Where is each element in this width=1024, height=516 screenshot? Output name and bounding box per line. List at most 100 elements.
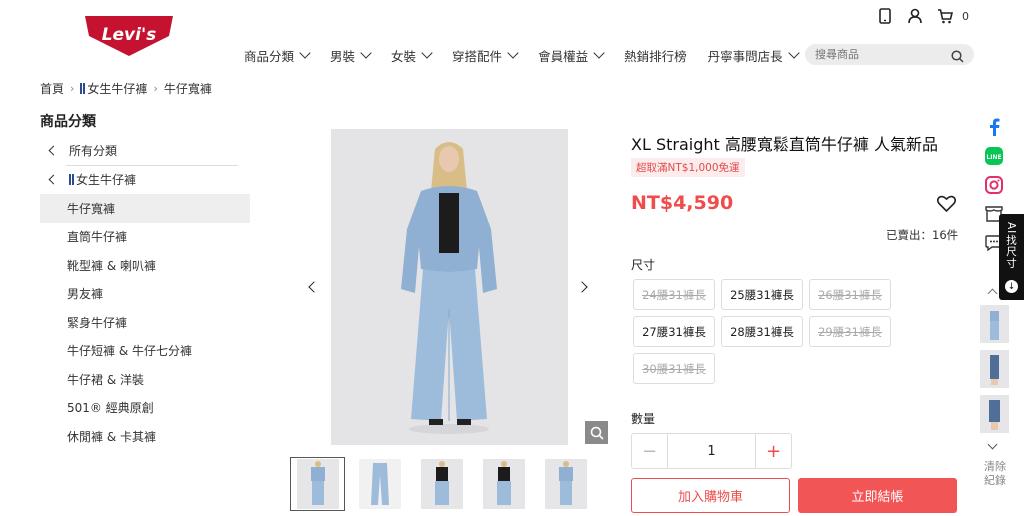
thumbnail[interactable] — [476, 457, 531, 511]
nav-item-membership[interactable]: 會員權益 — [538, 46, 605, 64]
chevron-right-icon: › — [153, 82, 158, 95]
sidebar-item-501[interactable]: 501® 經典原創 — [40, 394, 250, 423]
size-option[interactable]: 25腰31褲長 — [721, 279, 803, 310]
clear-history-button[interactable]: 清除紀錄 — [984, 460, 1006, 488]
quantity-increment-button[interactable]: + — [755, 434, 791, 468]
sidebar-item-straight[interactable]: 直筒牛仔褲 — [40, 223, 250, 252]
ai-size-finder-label: AI找尺寸 — [1005, 222, 1017, 269]
recent-scroll-up-icon[interactable] — [987, 288, 998, 299]
quantity-stepper: − 1 + — [631, 433, 792, 469]
nav-item-ask-manager[interactable]: 丹寧事問店長 — [707, 46, 800, 64]
chevron-down-icon — [421, 46, 433, 59]
sidebar-item-skirts-dresses[interactable]: 牛仔裙 & 洋裝 — [40, 365, 250, 394]
search-input[interactable] — [815, 48, 945, 61]
quantity-label: 數量 — [631, 412, 656, 426]
category-sidebar: 所有分類 女生牛仔褲 牛仔寬褲 直筒牛仔褲 靴型褲 & 喇叭褲 男友褲 緊身牛仔… — [40, 136, 250, 451]
user-icon[interactable] — [906, 7, 924, 25]
thumbnail-image — [296, 459, 339, 509]
breadcrumb-parent-label: 女生牛仔褲 — [87, 82, 148, 96]
promo-badge: 超取滿NT$1,000免運 — [631, 158, 745, 177]
nav-item-categories[interactable]: 商品分類 — [244, 46, 311, 64]
sidebar-back-all[interactable]: 所有分類 — [40, 136, 250, 165]
size-label: 尺寸 — [631, 258, 656, 272]
chevron-right-icon: › — [70, 82, 75, 95]
size-option[interactable]: 26腰31褲長 — [809, 279, 891, 310]
breadcrumb-home[interactable]: 首頁 — [40, 80, 64, 97]
buy-now-button[interactable]: 立即結帳 — [798, 478, 957, 513]
sidebar-back-parent[interactable]: 女生牛仔褲 — [40, 166, 250, 195]
quantity-value[interactable]: 1 — [668, 434, 755, 468]
size-options: 24腰31褲長 25腰31褲長 26腰31褲長 27腰31褲長 28腰31褲長 … — [633, 279, 901, 384]
thumbnail-image — [544, 459, 587, 509]
recent-thumbnail[interactable] — [980, 305, 1009, 343]
thumbnail-strip — [290, 457, 593, 511]
nav-item-bestsellers[interactable]: 熱銷排行榜 — [624, 46, 687, 64]
sidebar-back-parent-label: 女生牛仔褲 — [76, 173, 137, 188]
chevron-down-icon — [593, 46, 605, 59]
product-main-image[interactable] — [331, 129, 568, 445]
recent-thumbnail[interactable] — [980, 350, 1009, 388]
chevron-left-icon — [48, 145, 59, 156]
gallery-prev-arrow[interactable] — [308, 281, 320, 293]
magnifier-icon — [590, 426, 604, 440]
nav-label: 會員權益 — [538, 48, 589, 64]
size-option[interactable]: 27腰31褲長 — [633, 316, 715, 347]
facebook-icon[interactable] — [984, 117, 1004, 137]
size-option[interactable]: 29腰31褲長 — [809, 316, 891, 347]
recently-viewed-list — [980, 305, 1009, 433]
header-utility-icons: 0 — [876, 7, 969, 25]
product-price: NT$4,590 — [631, 192, 734, 214]
quantity-decrement-button[interactable]: − — [632, 434, 668, 468]
cart-count: 0 — [962, 9, 969, 23]
sold-count: 已賣出：16件 — [886, 228, 959, 242]
sidebar-back-all-label: 所有分類 — [69, 143, 118, 158]
sidebar-item-skinny[interactable]: 緊身牛仔褲 — [40, 308, 250, 337]
breadcrumb-parent[interactable]: 女生牛仔褲 — [80, 80, 147, 97]
nav-item-women[interactable]: 女裝 — [391, 46, 433, 64]
size-option[interactable]: 28腰31褲長 — [721, 316, 803, 347]
breadcrumb: 首頁 › 女生牛仔褲 › 牛仔寬褲 — [40, 80, 212, 97]
nav-label: 穿搭配件 — [452, 48, 503, 64]
levis-logo[interactable]: Levi's — [83, 14, 175, 58]
chevron-down-icon — [787, 46, 800, 59]
add-to-cart-button[interactable]: 加入購物車 — [631, 478, 790, 513]
svg-text:LINE: LINE — [986, 154, 1001, 161]
thumbnail[interactable] — [414, 457, 469, 511]
recent-scroll-down-icon[interactable] — [987, 439, 998, 450]
thumbnail[interactable] — [290, 457, 345, 511]
chevron-left-icon — [48, 174, 59, 185]
ai-size-finder-download-icon[interactable]: ↓ — [1005, 280, 1018, 293]
nav-item-men[interactable]: 男裝 — [330, 46, 372, 64]
nav-label: 丹寧事問店長 — [707, 48, 783, 64]
line-icon[interactable]: LINE — [984, 146, 1004, 166]
search-bar — [805, 44, 974, 65]
thumbnail-image — [358, 459, 401, 509]
thumbnail[interactable] — [538, 457, 593, 511]
zoom-button[interactable] — [585, 421, 608, 444]
nav-label: 商品分類 — [244, 48, 295, 64]
thumbnail[interactable] — [352, 457, 407, 511]
recent-thumbnail[interactable] — [980, 395, 1009, 433]
main-nav: 商品分類 男裝 女裝 穿搭配件 會員權益 熱銷排行榜 丹寧事問店長 — [244, 46, 819, 64]
sidebar-item-boyfriend[interactable]: 男友褲 — [40, 280, 250, 309]
sidebar-item-casual-khakis[interactable]: 休閒褲 & 卡其褲 — [40, 422, 250, 451]
nav-label: 男裝 — [330, 48, 356, 64]
jeans-icon — [69, 174, 74, 186]
breadcrumb-current: 牛仔寬褲 — [163, 82, 212, 96]
sidebar-item-shorts[interactable]: 牛仔短褲 & 牛仔七分褲 — [40, 337, 250, 366]
logo-text: Levi's — [102, 25, 157, 45]
mobile-icon[interactable] — [876, 7, 894, 25]
sidebar-item-bootcut-flare[interactable]: 靴型褲 & 喇叭褲 — [40, 251, 250, 280]
nav-item-accessories[interactable]: 穿搭配件 — [452, 46, 519, 64]
nav-label: 熱銷排行榜 — [624, 48, 687, 64]
thumbnail-image — [420, 459, 463, 509]
wishlist-heart-icon[interactable] — [936, 195, 957, 216]
size-option[interactable]: 30腰31褲長 — [633, 353, 715, 384]
search-icon[interactable] — [951, 48, 964, 67]
instagram-icon[interactable] — [984, 175, 1004, 195]
sidebar-item-wide-leg[interactable]: 牛仔寬褲 — [40, 194, 250, 223]
thumbnail-image — [482, 459, 525, 509]
size-option[interactable]: 24腰31褲長 — [633, 279, 715, 310]
cart-icon[interactable] — [936, 7, 954, 25]
gallery-next-arrow[interactable] — [576, 281, 588, 293]
